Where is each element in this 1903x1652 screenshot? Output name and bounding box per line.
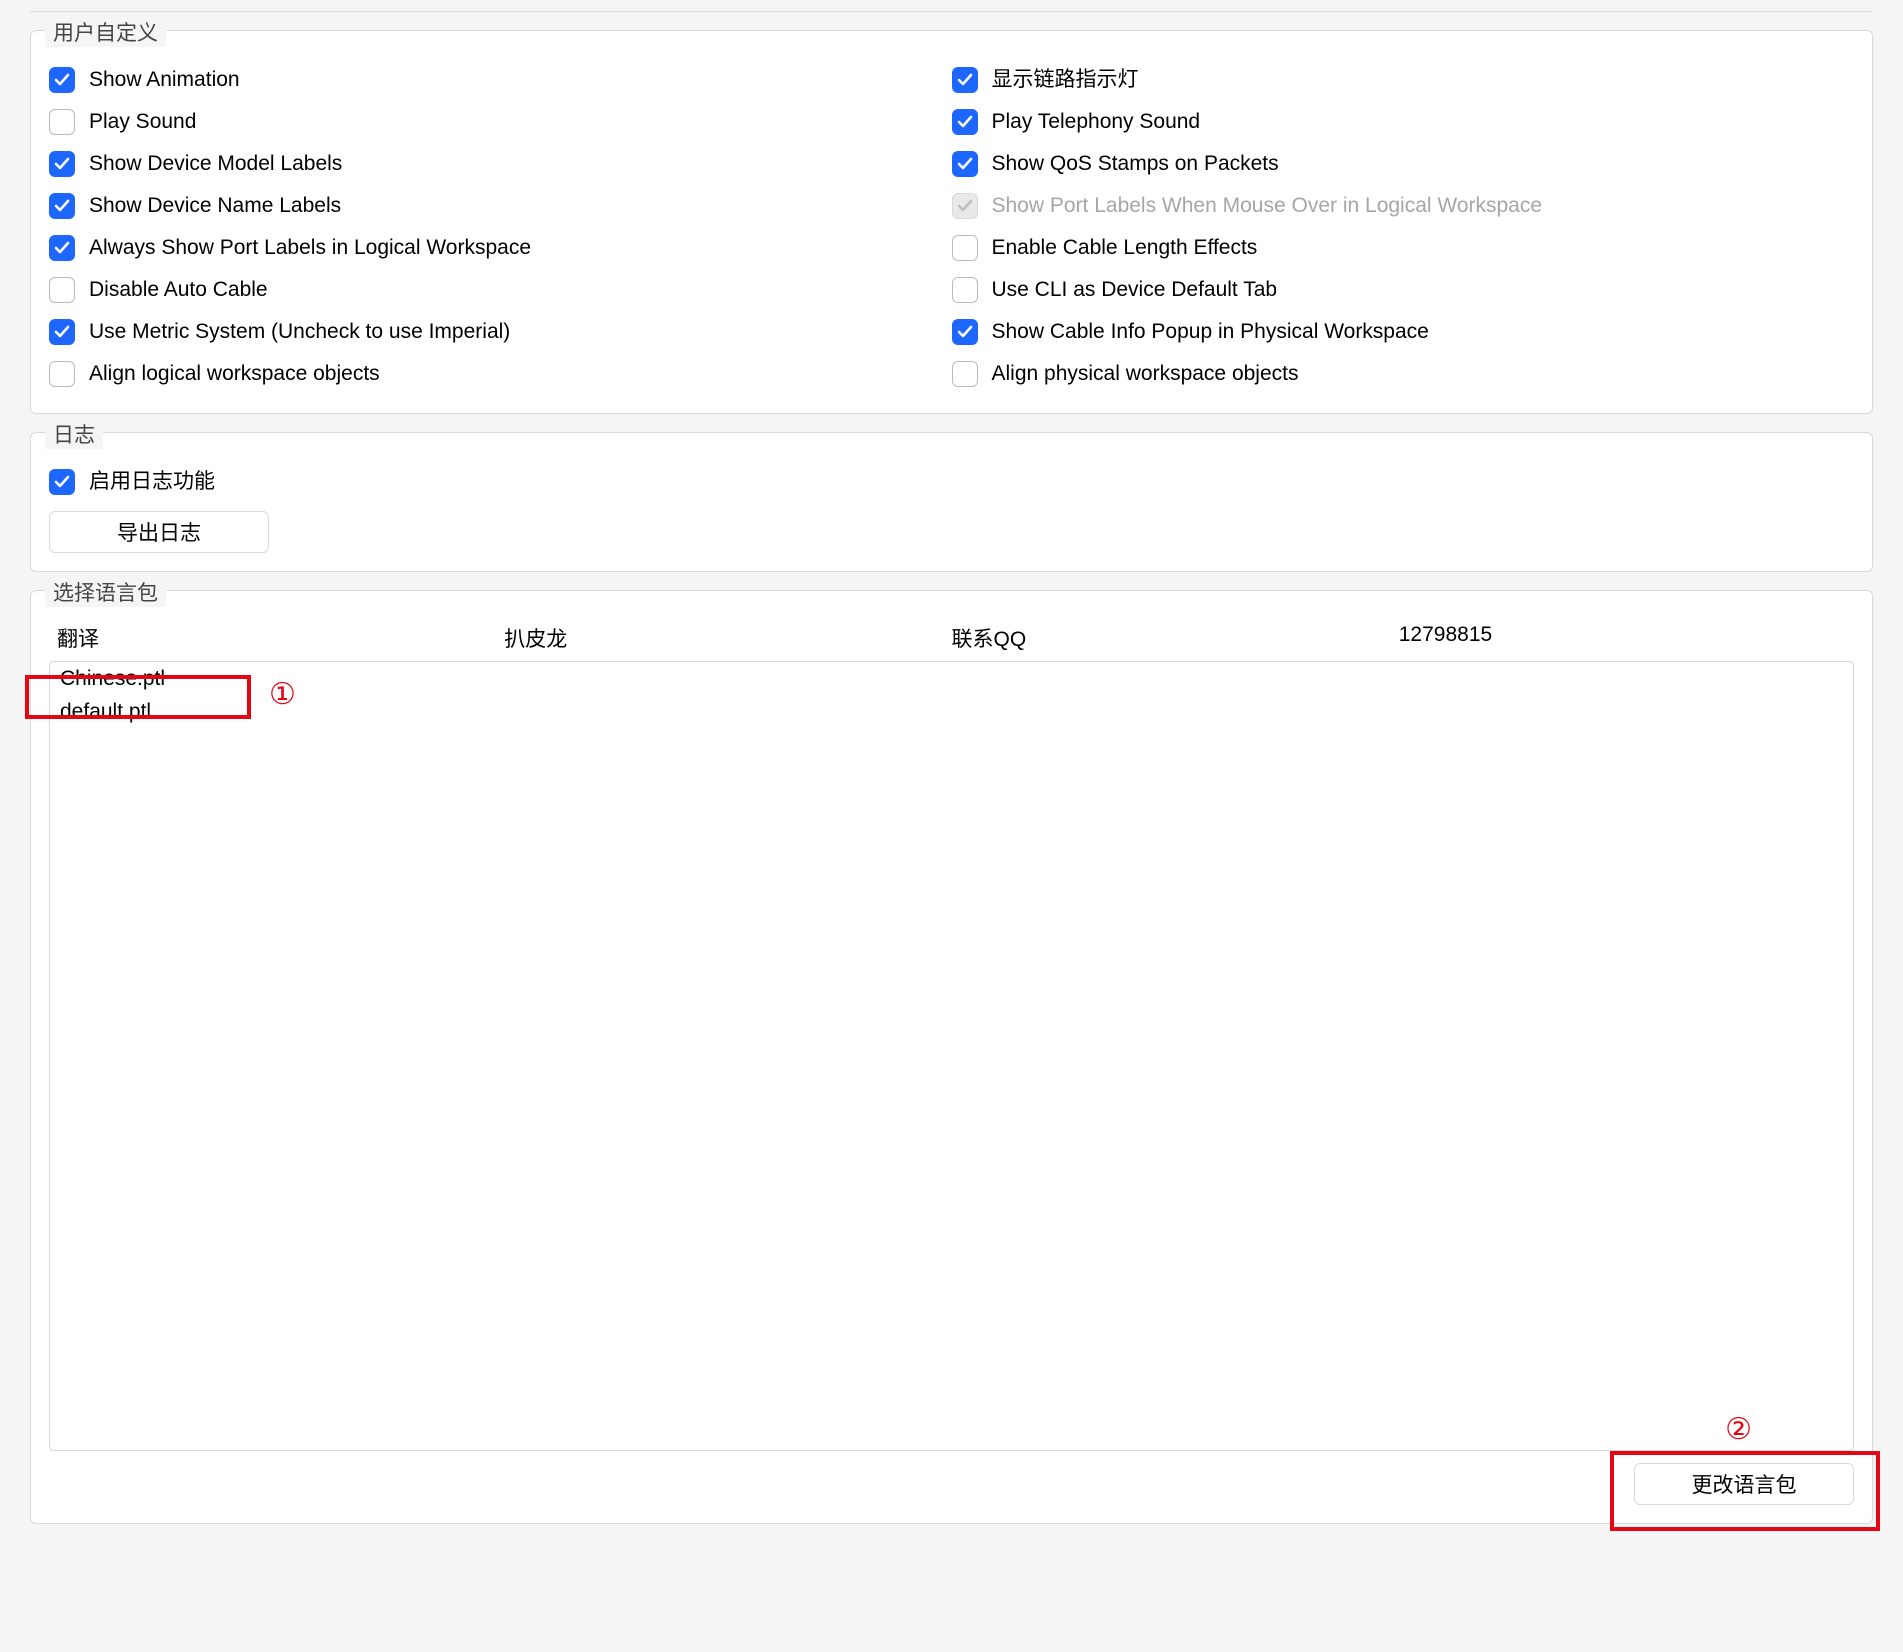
checkbox-enable-log[interactable]	[49, 469, 75, 495]
option-label: Show Cable Info Popup in Physical Worksp…	[992, 319, 1429, 344]
lang-header-value: 12798815	[1399, 623, 1846, 653]
option-row: Show Port Labels When Mouse Over in Logi…	[952, 185, 1855, 227]
lang-header-contact: 联系QQ	[952, 623, 1399, 653]
options-column-left: Show Animation Play Sound Show Device Mode…	[49, 59, 952, 395]
fieldset-user-custom: 用户自定义 Show AnimationPlay SoundShow Devic…	[30, 30, 1873, 414]
option-label: 显示链路指示灯	[992, 67, 1139, 92]
option-label: Use Metric System (Uncheck to use Imperi…	[89, 319, 510, 344]
tab-strip	[30, 0, 1873, 12]
checkbox[interactable]	[952, 277, 978, 303]
option-row: Show Animation	[49, 59, 952, 101]
change-language-button[interactable]: 更改语言包	[1634, 1463, 1854, 1505]
option-row: Use CLI as Device Default Tab	[952, 269, 1855, 311]
legend-user-custom: 用户自定义	[45, 17, 166, 47]
checkbox[interactable]	[49, 277, 75, 303]
option-row: Enable Cable Length Effects	[952, 227, 1855, 269]
option-row: Always Show Port Labels in Logical Works…	[49, 227, 952, 269]
option-row: Disable Auto Cable	[49, 269, 952, 311]
option-label: Play Sound	[89, 109, 196, 134]
option-label: Show Device Name Labels	[89, 193, 341, 218]
option-label: Show Animation	[89, 67, 240, 92]
option-row: Play Telephony Sound	[952, 101, 1855, 143]
option-row: 显示链路指示灯	[952, 59, 1855, 101]
label-enable-log: 启用日志功能	[89, 469, 215, 494]
checkbox[interactable]	[952, 235, 978, 261]
option-row: Play Sound	[49, 101, 952, 143]
option-label: Play Telephony Sound	[992, 109, 1201, 134]
option-label: Disable Auto Cable	[89, 277, 268, 302]
language-pack-item[interactable]: default.ptl	[50, 695, 1853, 728]
checkbox[interactable]	[952, 361, 978, 387]
lang-header-author: 扒皮龙	[504, 623, 951, 653]
checkbox[interactable]	[952, 151, 978, 177]
option-label: Always Show Port Labels in Logical Works…	[89, 235, 531, 260]
option-row: Show QoS Stamps on Packets	[952, 143, 1855, 185]
option-label: Use CLI as Device Default Tab	[992, 277, 1278, 302]
option-row: Show Device Name Labels	[49, 185, 952, 227]
option-row: Use Metric System (Uncheck to use Imperi…	[49, 311, 952, 353]
legend-language-pack: 选择语言包	[45, 577, 166, 607]
fieldset-language-pack: 选择语言包 翻译 扒皮龙 联系QQ 12798815 Chinese.ptlde…	[30, 590, 1873, 1524]
option-label: Enable Cable Length Effects	[992, 235, 1258, 260]
option-label: Align physical workspace objects	[992, 361, 1299, 386]
checkbox[interactable]	[952, 109, 978, 135]
legend-log: 日志	[45, 419, 103, 449]
option-row: Show Cable Info Popup in Physical Worksp…	[952, 311, 1855, 353]
option-row: Align logical workspace objects	[49, 353, 952, 395]
checkbox[interactable]	[952, 67, 978, 93]
lang-header-translator: 翻译	[57, 623, 504, 653]
checkbox[interactable]	[49, 193, 75, 219]
options-column-right: 显示链路指示灯 Play Telephony Sound Show QoS Stam…	[952, 59, 1855, 395]
option-label: Show Port Labels When Mouse Over in Logi…	[992, 193, 1543, 218]
export-log-button[interactable]: 导出日志	[49, 511, 269, 553]
option-label: Align logical workspace objects	[89, 361, 380, 386]
checkbox[interactable]	[49, 319, 75, 345]
language-pack-item[interactable]: Chinese.ptl	[50, 662, 1853, 695]
checkbox	[952, 193, 978, 219]
option-row: Show Device Model Labels	[49, 143, 952, 185]
fieldset-log: 日志 启用日志功能 导出日志	[30, 432, 1873, 572]
language-pack-list[interactable]: Chinese.ptldefault.ptl	[49, 661, 1854, 1451]
checkbox[interactable]	[49, 109, 75, 135]
option-label: Show Device Model Labels	[89, 151, 342, 176]
language-header-row: 翻译 扒皮龙 联系QQ 12798815	[49, 619, 1854, 661]
checkbox[interactable]	[952, 319, 978, 345]
checkbox[interactable]	[49, 235, 75, 261]
option-row: Align physical workspace objects	[952, 353, 1855, 395]
checkbox[interactable]	[49, 151, 75, 177]
checkbox[interactable]	[49, 361, 75, 387]
checkbox[interactable]	[49, 67, 75, 93]
option-label: Show QoS Stamps on Packets	[992, 151, 1279, 176]
